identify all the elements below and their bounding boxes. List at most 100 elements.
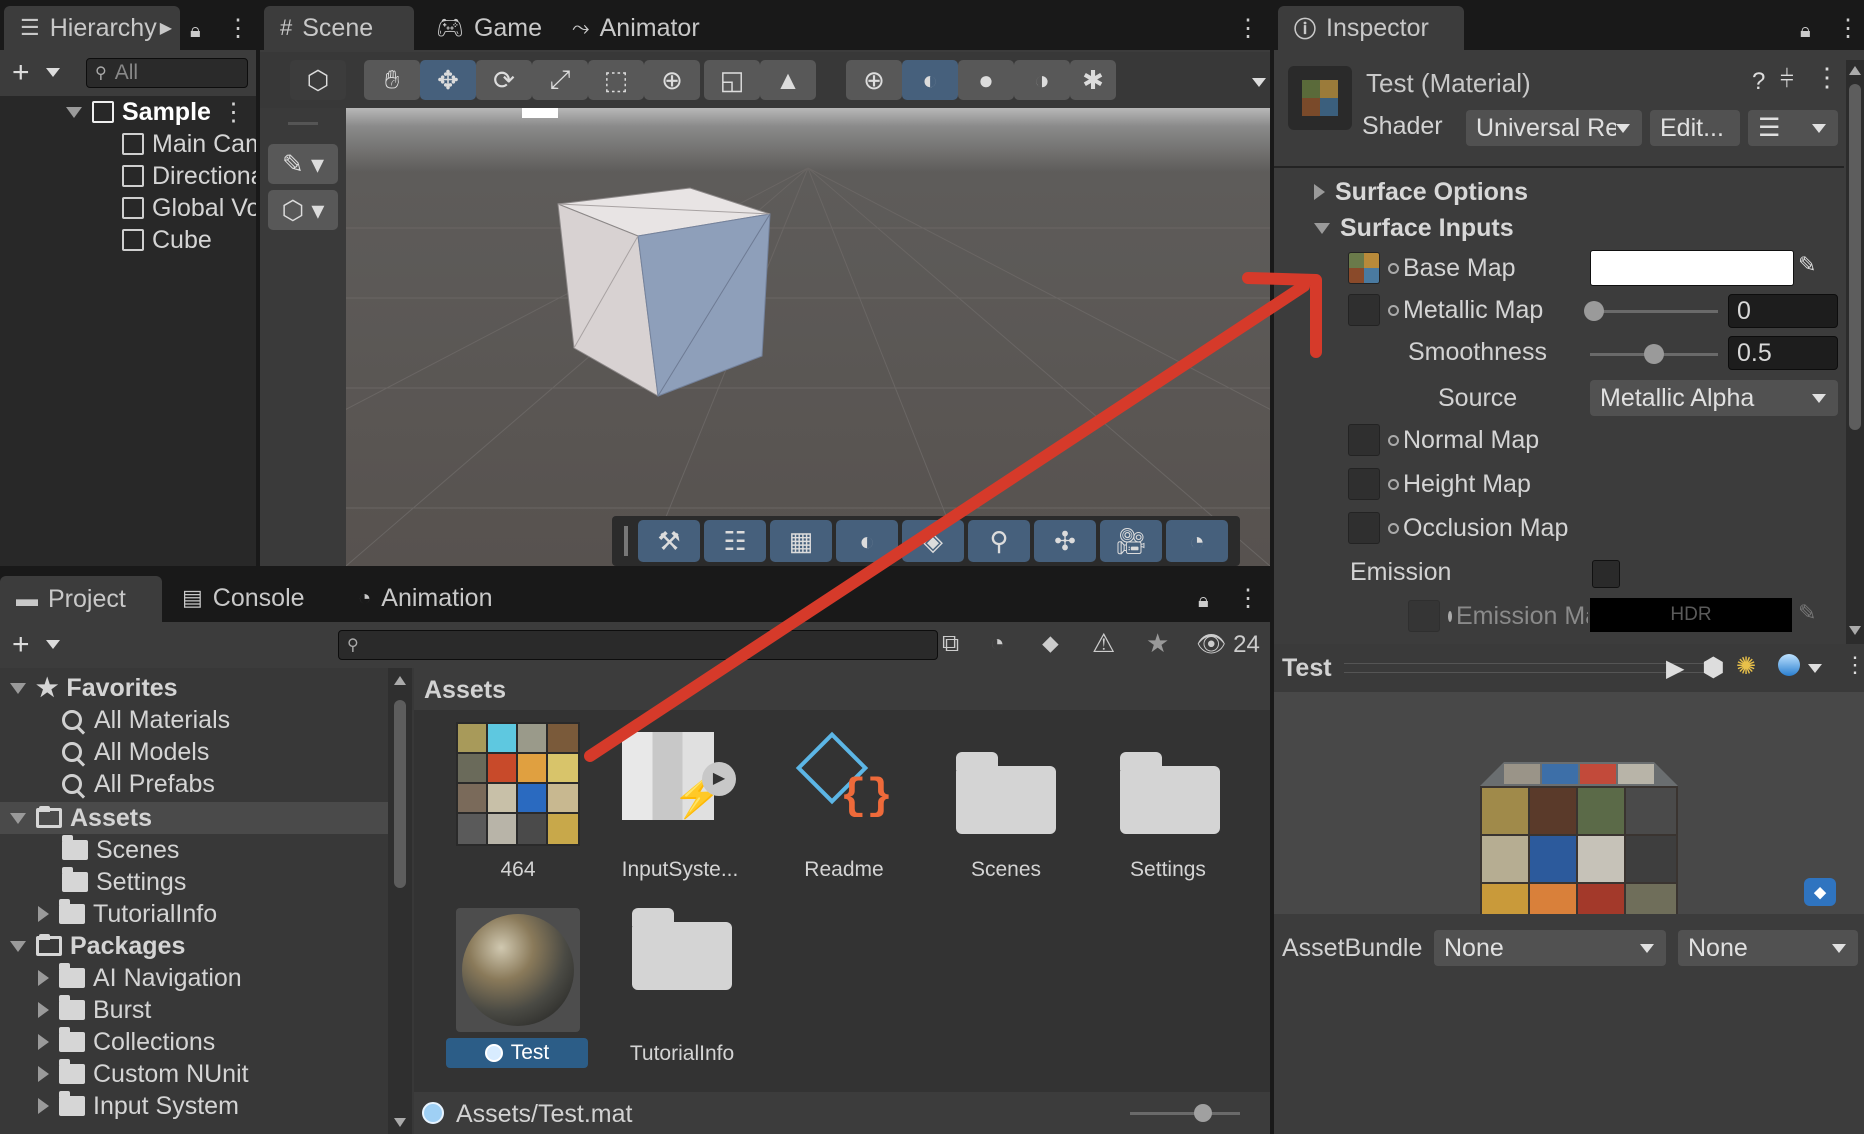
kebab-menu-icon[interactable]: ⋮ xyxy=(1844,652,1864,678)
add-icon[interactable]: + xyxy=(12,56,30,90)
readme-icon[interactable]: {} xyxy=(790,724,900,834)
assets-root-row[interactable]: Assets xyxy=(10,802,152,834)
metallic-map-texture-slot[interactable] xyxy=(1348,294,1380,326)
favorite-item[interactable]: All Prefabs xyxy=(62,768,215,800)
mesh-cube-icon[interactable]: ⬢ xyxy=(1702,652,1725,683)
editor-tool-icon[interactable]: ▲ xyxy=(760,60,816,100)
search-icon[interactable]: ⚲ xyxy=(968,520,1030,562)
package-item[interactable]: Custom NUnit xyxy=(38,1058,249,1090)
folder-icon[interactable] xyxy=(956,752,1056,834)
package-item[interactable]: AI Navigation xyxy=(38,962,242,994)
play-icon[interactable]: ▶ xyxy=(1666,654,1684,683)
chevron-down-icon[interactable] xyxy=(46,68,60,77)
kebab-menu-icon[interactable]: ⋮ xyxy=(1236,14,1260,43)
navigation-icon[interactable]: ✣ xyxy=(1034,520,1096,562)
rect-tool-icon[interactable]: ⬚ xyxy=(588,60,644,100)
package-item[interactable]: Input System xyxy=(38,1090,239,1122)
global-pivot-icon[interactable]: ⊕ xyxy=(846,60,902,100)
surface-inputs-foldout[interactable]: Surface Inputs xyxy=(1314,212,1514,244)
custom-tool-icon[interactable]: ◱ xyxy=(704,60,760,100)
assetbundle-variant-dropdown[interactable]: None xyxy=(1678,930,1858,966)
transform-tool-icon[interactable]: ⊕ xyxy=(644,60,700,100)
breadcrumb[interactable]: Assets xyxy=(424,676,506,705)
zoom-slider-thumb[interactable] xyxy=(1194,1104,1212,1122)
chevron-down-icon[interactable] xyxy=(1808,664,1822,673)
selected-asset-label[interactable]: Test xyxy=(446,1038,588,1068)
hidden-packages-button[interactable]: 👁︎ 24 xyxy=(1196,630,1260,659)
texture-picker-icon[interactable] xyxy=(1388,522,1399,534)
tab-scene[interactable]: # Scene xyxy=(264,6,414,50)
scroll-up-icon[interactable] xyxy=(394,676,406,685)
packages-root-row[interactable]: Packages xyxy=(10,930,185,962)
gameobject-tool-icon[interactable]: ⬡ ▾ xyxy=(268,190,338,230)
scene-viewport[interactable] xyxy=(346,108,1270,566)
favorites-row[interactable]: ★ Favorites xyxy=(10,672,178,704)
lighting-sphere-icon[interactable]: ◑ xyxy=(1014,60,1070,100)
filter-label-icon[interactable]: ⬥ xyxy=(1042,630,1059,658)
smoothness-value-field[interactable]: 0.5 xyxy=(1728,336,1838,370)
hierarchy-item[interactable]: Cube xyxy=(122,224,212,256)
gizmos-icon[interactable]: ✱ xyxy=(1070,60,1116,100)
eyedropper-icon[interactable]: ✎ xyxy=(1798,252,1816,278)
scene-root-row[interactable]: Sample ⋮ xyxy=(66,96,246,128)
scroll-up-icon[interactable] xyxy=(1849,66,1861,75)
emission-color-field[interactable]: HDR xyxy=(1590,598,1792,632)
metallic-slider-track[interactable] xyxy=(1590,310,1718,313)
hierarchy-item[interactable]: Main Camera xyxy=(122,128,256,160)
view-cube-icon[interactable]: ⬡ xyxy=(290,60,346,100)
overlay-handle[interactable] xyxy=(624,526,628,556)
kebab-menu-icon[interactable]: ⋮ xyxy=(226,14,250,43)
lock-icon[interactable]: 🔒︎ xyxy=(1198,590,1209,613)
texture-picker-icon[interactable] xyxy=(1388,262,1399,274)
move-tool-icon[interactable]: ✥ xyxy=(420,60,476,100)
height-map-texture-slot[interactable] xyxy=(1348,468,1380,500)
scroll-down-icon[interactable] xyxy=(394,1118,406,1127)
orientation-icon[interactable]: ◐ xyxy=(836,520,898,562)
collapse-arrow-icon[interactable] xyxy=(66,106,82,118)
tab-project[interactable]: ▬ Project xyxy=(0,576,162,622)
inspector-scrollbar[interactable] xyxy=(1846,60,1864,644)
metallic-slider-thumb[interactable] xyxy=(1584,301,1604,321)
shaded-mode-icon[interactable]: ◐ xyxy=(902,60,958,100)
smoothness-slider-thumb[interactable] xyxy=(1644,344,1664,364)
normal-map-texture-slot[interactable] xyxy=(1348,424,1380,456)
chevron-down-icon[interactable] xyxy=(46,640,60,649)
chevron-down-icon[interactable] xyxy=(1252,78,1266,87)
texture-picker-icon[interactable] xyxy=(1448,610,1452,622)
tool-settings-icon[interactable]: ⚒ xyxy=(638,520,700,562)
asset-label-icon[interactable]: ⬥ xyxy=(1804,878,1836,906)
tab-hierarchy[interactable]: ☰ Hierarchy ▶ xyxy=(4,6,180,50)
texture-picker-icon[interactable] xyxy=(1388,434,1399,446)
folder-icon[interactable] xyxy=(1120,752,1220,834)
package-item[interactable]: Burst xyxy=(38,994,151,1026)
eyedropper-icon[interactable]: ✎ xyxy=(1798,600,1816,626)
base-color-field[interactable] xyxy=(1590,250,1794,286)
edit-shader-button[interactable]: Edit... xyxy=(1650,110,1740,146)
asset-folder-item[interactable]: TutorialInfo xyxy=(38,898,217,930)
material-thumbnail-selected[interactable] xyxy=(456,908,580,1032)
shader-options-dropdown[interactable]: ☰ xyxy=(1748,110,1838,146)
occlusion-map-texture-slot[interactable] xyxy=(1348,512,1380,544)
texture-picker-icon[interactable] xyxy=(1388,478,1399,490)
shader-dropdown[interactable]: Universal Render Pipeline/Lit xyxy=(1466,110,1642,146)
kebab-menu-icon[interactable]: ⋮ xyxy=(221,97,246,127)
kebab-menu-icon[interactable]: ⋮ xyxy=(1836,14,1860,43)
favorite-item[interactable]: All Materials xyxy=(62,704,230,736)
asset-folder-item[interactable]: Settings xyxy=(62,866,186,898)
folder-icon[interactable] xyxy=(632,908,732,990)
scale-tool-icon[interactable]: ⤢ xyxy=(532,60,588,100)
tab-console[interactable]: ▤ Console xyxy=(166,576,316,620)
base-map-texture-slot[interactable] xyxy=(1348,252,1380,284)
sphere-preview-icon[interactable] xyxy=(1778,654,1800,676)
project-search-input[interactable]: ⚲ xyxy=(338,630,938,660)
texture-picker-icon[interactable] xyxy=(1388,304,1399,316)
camera-icon[interactable]: 🎥︎ xyxy=(1100,520,1162,562)
tab-animator[interactable]: ⤳ Animator xyxy=(556,6,716,50)
hierarchy-item[interactable]: Directional Light xyxy=(122,160,256,192)
scene-gizmo-icon[interactable] xyxy=(522,108,558,118)
metallic-value-field[interactable]: 0 xyxy=(1728,294,1838,328)
warning-icon[interactable]: ⚠ xyxy=(1092,628,1115,659)
asset-texture-464[interactable] xyxy=(456,722,580,846)
draw-tool-icon[interactable]: ✎ ▾ xyxy=(268,144,338,184)
scroll-thumb[interactable] xyxy=(1849,84,1861,430)
